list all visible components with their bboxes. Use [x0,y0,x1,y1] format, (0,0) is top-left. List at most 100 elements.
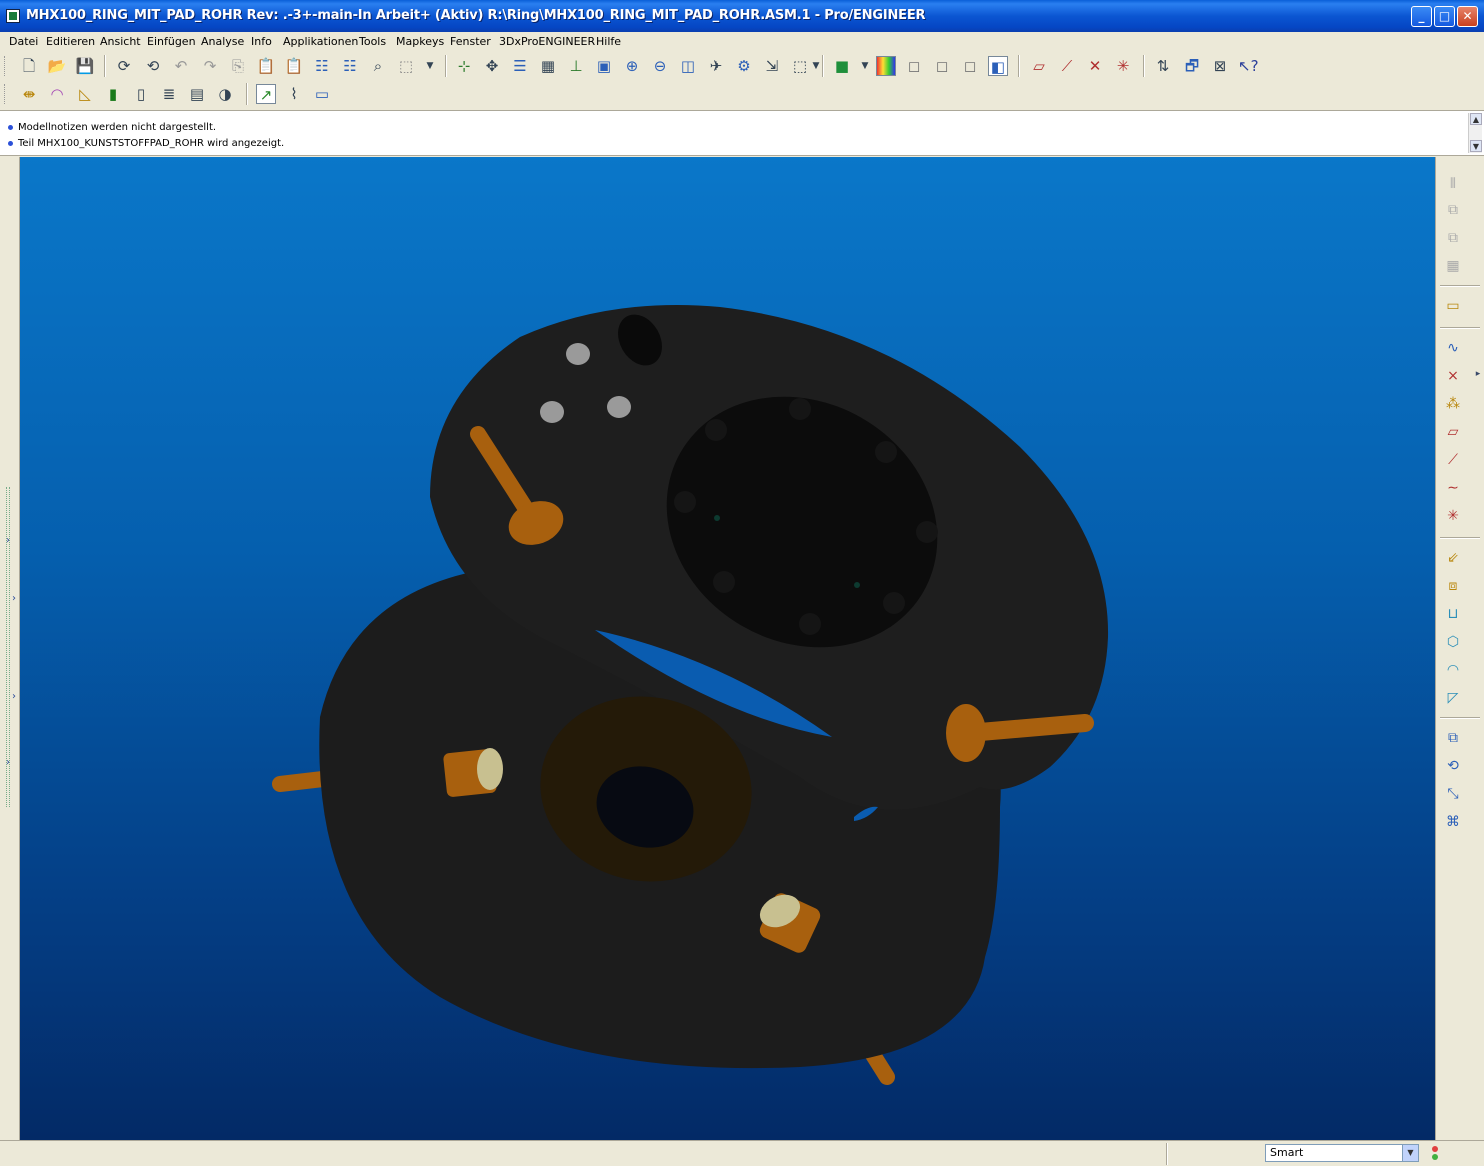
intersect-icon[interactable]: ⧉ [1441,227,1465,249]
pattern-icon[interactable]: ▦ [1441,255,1465,277]
selection-filter-select[interactable]: Smart ▼ [1265,1144,1419,1162]
measure-icon[interactable]: ◺ [75,84,95,104]
menu-3dxproengineer[interactable]: 3DxProENGINEER [499,35,595,48]
app-icon[interactable] [6,9,20,23]
revolve-icon[interactable]: ⟲ [1441,755,1465,777]
window-activate-icon[interactable]: 🗗 [1182,56,1202,76]
undo-icon[interactable]: ↶ [171,56,191,76]
regenerate-icon[interactable]: ⟳ [114,56,134,76]
new-file-icon[interactable]: 🗋 [19,56,39,76]
blend-icon[interactable]: ⌘ [1441,811,1465,833]
expand-arrow-icon[interactable]: › [6,757,10,768]
flyout-arrow-icon[interactable]: ▸ [1466,363,1484,385]
save-icon[interactable]: 💾 [75,56,95,76]
minimize-button[interactable]: _ [1411,6,1432,27]
expand-arrow-icon[interactable]: › [6,535,10,546]
spin-center-display-icon[interactable]: ⇅ [1153,56,1173,76]
menu-ansicht[interactable]: Ansicht [100,35,141,48]
menu-analyse[interactable]: Analyse [201,35,244,48]
menu-editieren[interactable]: Editieren [46,35,95,48]
datum-axes-icon[interactable]: ⟋ [1057,56,1077,76]
model-tree-icon[interactable]: ☷ [312,56,332,76]
graphics-viewport[interactable] [20,157,1435,1140]
coordinate-systems-icon[interactable]: ✳ [1113,56,1133,76]
sketch-icon[interactable]: ∿ [1441,337,1465,359]
chevron-down-icon[interactable]: ▼ [855,56,875,76]
search-tool-icon[interactable]: ⌕ [368,56,388,76]
menu-applikationen[interactable]: Applikationen [283,35,358,48]
table-icon[interactable]: ▤ [187,84,207,104]
hole-icon[interactable]: ⊔ [1441,603,1465,625]
repaint-icon[interactable]: ▣ [594,56,614,76]
create-component-icon[interactable]: ⧈ [1441,575,1465,597]
zoom-out-icon[interactable]: ⊖ [650,56,670,76]
message-scrollbar[interactable]: ▲ ▼ [1468,113,1482,153]
sort-icon[interactable]: ≣ [159,84,179,104]
view-manager-icon[interactable]: ▦ [538,56,558,76]
mirror-icon[interactable]: ⫴ [1441,173,1465,195]
no-hidden-icon[interactable]: ◻ [960,56,980,76]
wireframe-icon[interactable]: ◻ [904,56,924,76]
copy-icon[interactable]: ⎘ [228,56,248,76]
datum-points-icon[interactable]: ✕ [1085,56,1105,76]
mass-properties-icon[interactable]: ◑ [215,84,235,104]
menu-tools[interactable]: Tools [359,35,386,48]
layer-tree-icon[interactable]: ☷ [340,56,360,76]
assemble-icon[interactable]: ⇙ [1441,547,1465,569]
clipboard-icon[interactable]: ▯ [131,84,151,104]
toolbar-grip[interactable] [4,56,7,76]
menu-mapkeys[interactable]: Mapkeys [396,35,444,48]
maximize-button[interactable]: □ [1434,6,1455,27]
zoom-in-icon[interactable]: ⊕ [622,56,642,76]
coordinate-system-icon[interactable]: ✳ [1441,505,1465,527]
merge-icon[interactable]: ⧉ [1441,199,1465,221]
redo-icon[interactable]: ↷ [200,56,220,76]
explode-view-icon[interactable]: ◠ [47,84,67,104]
menu-datei[interactable]: Datei [9,35,38,48]
select-cursor-icon[interactable]: ✥ [482,56,502,76]
pipe-icon[interactable]: ⌇ [284,84,304,104]
open-folder-icon[interactable]: 📂 [47,56,67,76]
paste-special-icon[interactable]: 📋 [284,56,304,76]
expand-arrow-icon[interactable]: › [12,691,16,702]
appearance-palette-icon[interactable]: | [876,56,896,76]
spin-center-icon[interactable]: ⇲ [762,56,782,76]
shell-icon[interactable]: ⬡ [1441,631,1465,653]
shaded-icon[interactable]: ◧ [988,56,1008,76]
select-box-icon[interactable]: ⬚ [396,56,416,76]
expand-arrow-icon[interactable]: › [12,593,16,604]
3d-view-icon[interactable]: ▭ [312,84,332,104]
menu-einfuegen[interactable]: Einfügen [147,35,196,48]
datum-planes-icon[interactable]: ▱ [1029,56,1049,76]
extrude-icon[interactable]: ⧉ [1441,727,1465,749]
toolbar-grip[interactable] [4,84,7,104]
offset-point-icon[interactable]: ⁂ [1441,393,1465,415]
assembly-constraint-icon[interactable]: ⇼ [19,84,39,104]
context-help-icon[interactable]: ↖? [1238,56,1259,76]
menu-fenster[interactable]: Fenster [450,35,491,48]
menu-info[interactable]: Info [251,35,272,48]
chevron-down-icon[interactable]: ▼ [420,56,440,76]
window-close-icon[interactable]: ⊠ [1210,56,1230,76]
regenerate-manager-icon[interactable]: ⟲ [143,56,163,76]
layers-icon[interactable]: ☰ [510,56,530,76]
chevron-down-icon[interactable]: ▼ [1402,1145,1418,1161]
tree-structure-icon[interactable]: ⊥ [566,56,586,76]
scroll-up-icon[interactable]: ▲ [1470,113,1482,125]
navigator-strip[interactable]: › › › › [0,157,20,1140]
reorient-icon[interactable]: ✈ [706,56,726,76]
component-icon[interactable]: ▮ [103,84,123,104]
annotation-icon[interactable]: ▭ [1441,295,1465,317]
datum-point-icon[interactable]: × [1441,365,1465,387]
refit-icon[interactable]: ◫ [678,56,698,76]
close-button[interactable]: ✕ [1457,6,1478,27]
datum-axis-icon[interactable]: ⟋ [1441,449,1465,471]
saved-views-icon[interactable]: ⚙ [734,56,754,76]
paste-icon[interactable]: 📋 [256,56,276,76]
scroll-down-icon[interactable]: ▼ [1470,140,1482,152]
datum-display-icon[interactable]: ⊹ [454,56,474,76]
shading-cube-icon[interactable]: ■ [832,56,852,76]
hidden-line-icon[interactable]: ◻ [932,56,952,76]
round-icon[interactable]: ◠ [1441,659,1465,681]
datum-plane-icon[interactable]: ▱ [1441,421,1465,443]
